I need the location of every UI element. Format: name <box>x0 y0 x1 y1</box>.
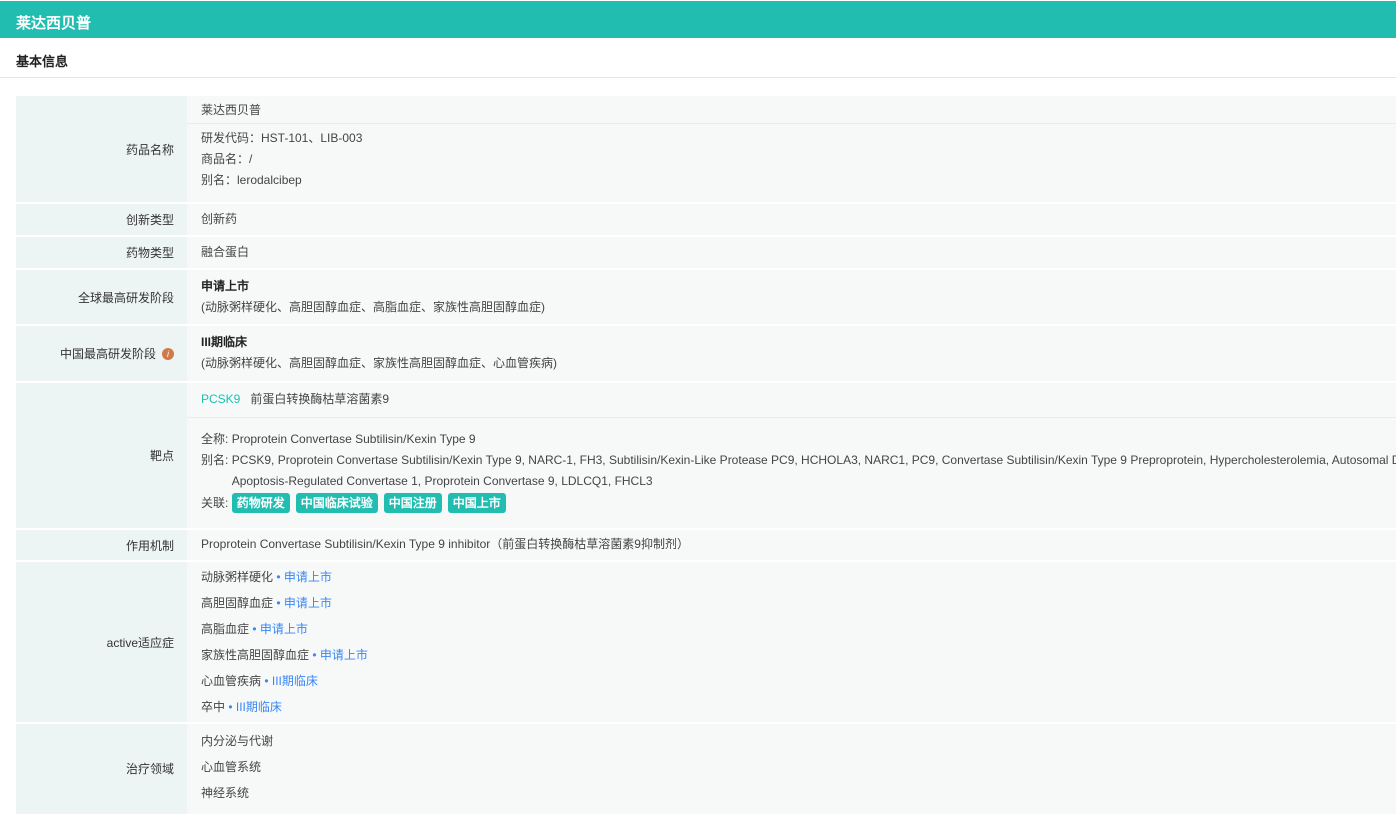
indication-stage-link[interactable]: III期临床 <box>236 700 282 714</box>
row-therapeutic-areas: 治疗领域 内分泌与代谢 心血管系统 神经系统 <box>16 724 1396 814</box>
tag-drug-rd[interactable]: 药物研发 <box>231 493 290 513</box>
full-name-label: 全称: <box>201 432 229 446</box>
indication-stage-link[interactable]: 申请上市 <box>260 622 308 636</box>
value: 创新药 <box>201 212 238 226</box>
stage: III期临床 <box>201 335 248 349</box>
row-indications: active适应症 动脉粥样硬化 • 申请上市 高胆固醇血症 • 申请上市 高脂… <box>16 562 1396 722</box>
indication-stage-link[interactable]: 申请上市 <box>284 596 332 610</box>
label: 治疗领域 <box>16 724 187 814</box>
label: 全球最高研发阶段 <box>16 270 187 324</box>
indication-item: 家族性高胆固醇血症 • 申请上市 <box>201 648 368 662</box>
alias-line: Apoptosis-Regulated Convertase 1, Propro… <box>231 474 653 488</box>
stage-detail: (动脉粥样硬化、高胆固醇血症、家族性高胆固醇血症、心血管疾病) <box>201 356 557 370</box>
row-drug-type: 药物类型 融合蛋白 <box>16 237 1396 268</box>
row-innovation: 创新类型 创新药 <box>16 204 1396 235</box>
indication-item: 高脂血症 • 申请上市 <box>201 622 308 636</box>
section-title: 基本信息 <box>0 38 1396 78</box>
indication-item: 心血管疾病 • III期临床 <box>201 674 318 688</box>
stage-detail: (动脉粥样硬化、高胆固醇血症、高脂血症、家族性高胆固醇血症) <box>201 300 545 314</box>
alias-label: 别名: <box>201 453 229 467</box>
info-table: 药品名称 莱达西贝普 研发代码：HST-101、LIB-003 商品名：/ 别名… <box>16 96 1396 816</box>
indication-stage-link[interactable]: 申请上市 <box>284 570 332 584</box>
area-item: 神经系统 <box>201 786 250 800</box>
value: 融合蛋白 <box>201 245 250 259</box>
row-target: 靶点 PCSK9 前蛋白转换酶枯草溶菌素9 全称: Proprotein Con… <box>16 383 1396 528</box>
target-cn: 前蛋白转换酶枯草溶菌素9 <box>250 392 390 406</box>
row-mechanism: 作用机制 Proprotein Convertase Subtilisin/Ke… <box>16 530 1396 560</box>
indication-item: 动脉粥样硬化 • 申请上市 <box>201 570 332 584</box>
related-label: 关联: <box>201 496 229 510</box>
label: 靶点 <box>16 383 187 528</box>
indication-item: 卒中 • III期临床 <box>201 700 282 714</box>
drug-name: 莱达西贝普 <box>201 103 262 117</box>
label: 作用机制 <box>16 530 187 560</box>
label: 中国最高研发阶段 <box>59 347 156 361</box>
full-name: Proprotein Convertase Subtilisin/Kexin T… <box>231 432 476 446</box>
area-item: 内分泌与代谢 <box>201 734 274 748</box>
label: active适应症 <box>16 562 187 722</box>
row-global-stage: 全球最高研发阶段 申请上市 (动脉粥样硬化、高胆固醇血症、高脂血症、家族性高胆固… <box>16 270 1396 324</box>
label: 药品名称 <box>16 96 187 202</box>
row-drug-name: 药品名称 莱达西贝普 研发代码：HST-101、LIB-003 商品名：/ 别名… <box>16 96 1396 202</box>
trade-name: 商品名：/ <box>201 152 253 166</box>
indication-stage-link[interactable]: 申请上市 <box>320 648 368 662</box>
indication-stage-link[interactable]: III期临床 <box>272 674 318 688</box>
stage: 申请上市 <box>201 279 250 293</box>
label: 药物类型 <box>16 237 187 268</box>
indication-item: 高胆固醇血症 • 申请上市 <box>201 596 332 610</box>
tag-china-trial[interactable]: 中国临床试验 <box>295 493 378 513</box>
alias: 别名：lerodalcibep <box>201 173 302 187</box>
tag-china-market[interactable]: 中国上市 <box>447 493 506 513</box>
info-icon[interactable]: i <box>162 347 174 360</box>
research-code: 研发代码：HST-101、LIB-003 <box>201 131 363 145</box>
page-header: 莱达西贝普 <box>0 1 1396 38</box>
label: 创新类型 <box>16 204 187 235</box>
tag-china-registration[interactable]: 中国注册 <box>383 493 442 513</box>
target-link[interactable]: PCSK9 <box>201 392 240 406</box>
alias-line: PCSK9, Proprotein Convertase Subtilisin/… <box>231 453 1396 467</box>
area-item: 心血管系统 <box>201 760 262 774</box>
value: Proprotein Convertase Subtilisin/Kexin T… <box>201 537 689 551</box>
row-china-stage: 中国最高研发阶段 i III期临床 (动脉粥样硬化、高胆固醇血症、家族性高胆固醇血… <box>16 326 1396 381</box>
